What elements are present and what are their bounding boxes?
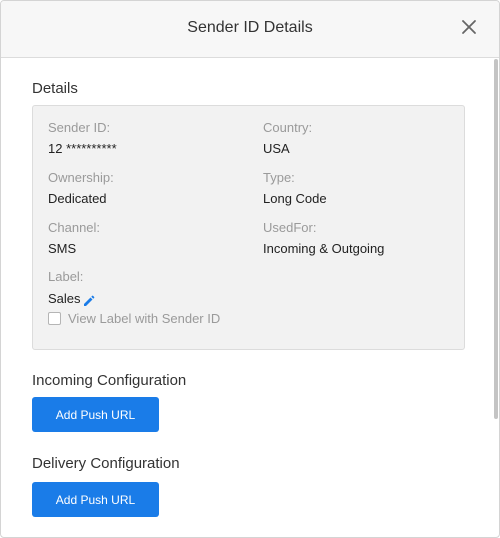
label-label: Label:: [48, 269, 84, 284]
incoming-add-push-url-button[interactable]: Add Push URL: [32, 397, 159, 432]
channel-label: Channel:: [48, 220, 101, 235]
close-icon: [462, 20, 476, 34]
sender-id-value: 12 **********: [48, 141, 117, 156]
label-value: Sales: [48, 291, 81, 306]
modal-title: Sender ID Details: [187, 19, 313, 36]
incoming-configuration-title: Incoming Configuration: [32, 372, 187, 389]
scrollbar[interactable]: [494, 59, 498, 419]
view-label-checkbox[interactable]: [48, 312, 61, 325]
country-label: Country:: [263, 120, 313, 135]
details-panel: Sender ID: 12 ********** Country: USA Ow…: [32, 105, 465, 350]
close-button[interactable]: [459, 17, 479, 37]
pencil-icon: [84, 295, 95, 306]
sender-id-details-modal: Sender ID Details Details Sender ID: 12 …: [0, 0, 500, 538]
type-label: Type:: [263, 170, 295, 185]
used-for-value: Incoming & Outgoing: [263, 241, 385, 256]
delivery-configuration-title: Delivery Configuration: [32, 455, 180, 472]
delivery-add-push-url-button[interactable]: Add Push URL: [32, 482, 159, 517]
view-label-checkbox-label: View Label with Sender ID: [68, 311, 221, 326]
modal-header: Sender ID Details: [1, 1, 499, 58]
ownership-value: Dedicated: [48, 191, 107, 206]
details-section-title: Details: [32, 80, 78, 97]
ownership-label: Ownership:: [48, 170, 114, 185]
sender-id-label: Sender ID:: [48, 120, 111, 135]
type-value: Long Code: [263, 191, 327, 206]
country-value: USA: [263, 141, 290, 156]
used-for-label: UsedFor:: [263, 220, 317, 235]
channel-value: SMS: [48, 241, 77, 256]
edit-label-button[interactable]: [83, 294, 95, 306]
